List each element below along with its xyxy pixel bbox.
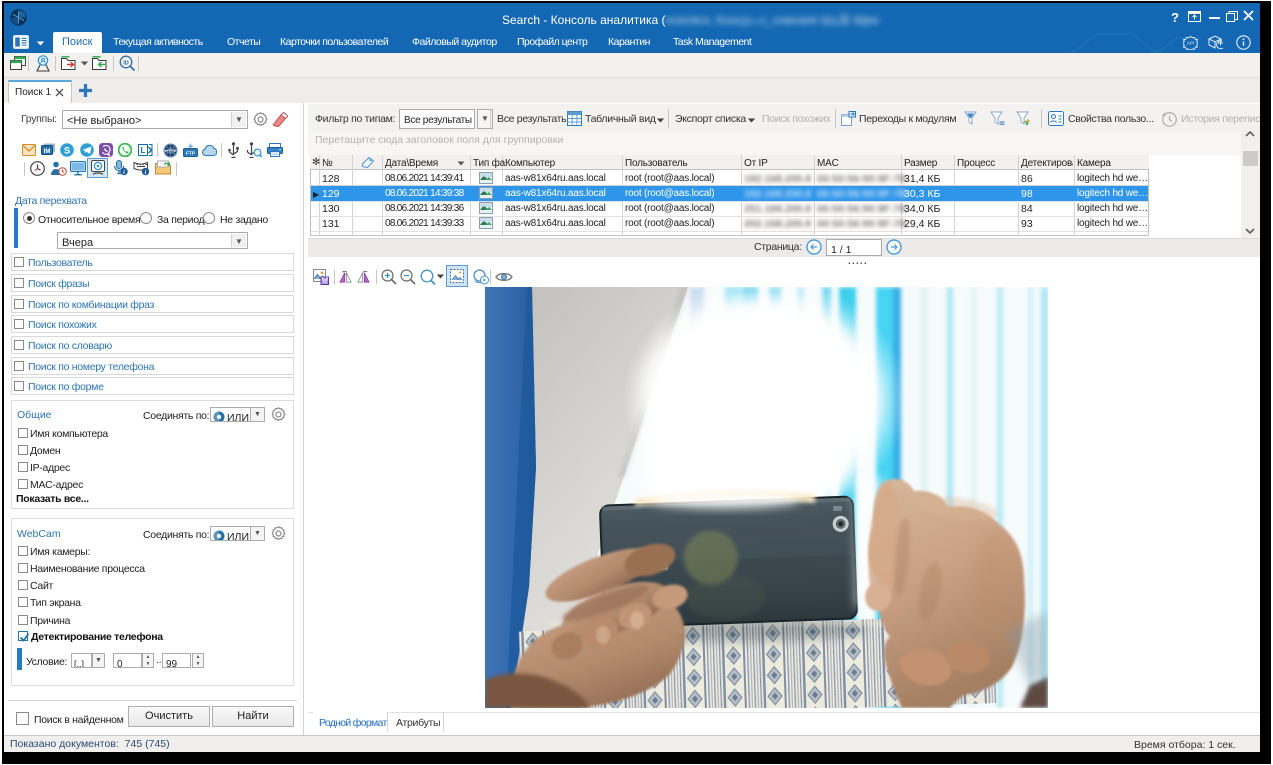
svg-text:L: L [141,146,146,155]
svg-text:HTTP: HTTP [165,149,177,154]
svg-text:API: API [1187,41,1194,46]
svg-text:FTP: FTP [186,151,196,157]
svg-text:IM: IM [44,149,51,155]
svg-text:ID: ID [123,60,129,66]
svg-text:S: S [64,146,70,157]
